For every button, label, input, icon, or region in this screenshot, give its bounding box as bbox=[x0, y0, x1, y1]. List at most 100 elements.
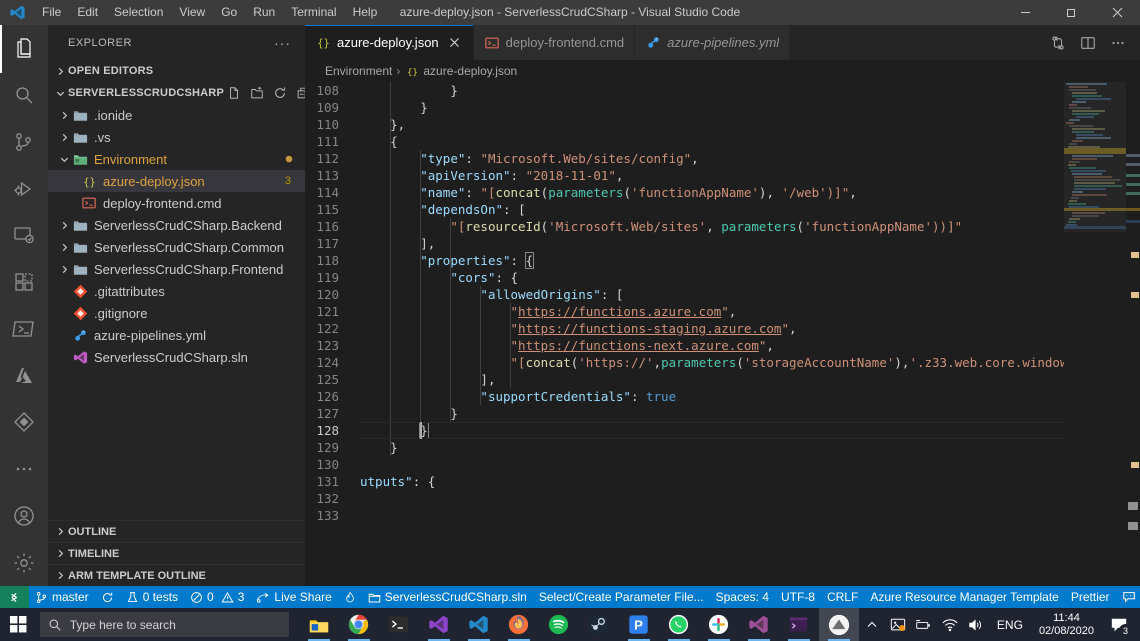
sidebar-more-actions-icon[interactable]: ··· bbox=[268, 35, 297, 51]
minimap[interactable] bbox=[1064, 82, 1126, 586]
refresh-icon[interactable] bbox=[270, 83, 290, 103]
status-problems[interactable]: 0 3 bbox=[184, 586, 250, 608]
activity-more-actions-icon[interactable] bbox=[0, 446, 48, 493]
menu-selection[interactable]: Selection bbox=[106, 0, 171, 25]
minimize-button[interactable] bbox=[1002, 0, 1048, 25]
code-line[interactable]: 109 } bbox=[305, 99, 1140, 116]
split-compare-icon[interactable] bbox=[1044, 25, 1072, 60]
taskbar-slack-icon[interactable] bbox=[699, 608, 739, 641]
new-file-icon[interactable] bbox=[224, 83, 244, 103]
menu-help[interactable]: Help bbox=[345, 0, 386, 25]
menu-terminal[interactable]: Terminal bbox=[283, 0, 344, 25]
tree-item-serverlesscrudcsharp-sln[interactable]: ServerlessCrudCSharp.sln bbox=[48, 346, 305, 368]
status-encoding[interactable]: UTF-8 bbox=[775, 586, 821, 608]
activity-powershell-icon[interactable] bbox=[0, 306, 48, 353]
status-feedback-icon[interactable] bbox=[1116, 586, 1140, 608]
activity-remote-explorer-icon[interactable] bbox=[0, 212, 48, 259]
code-line[interactable]: 111 { bbox=[305, 133, 1140, 150]
status-sync[interactable] bbox=[95, 586, 120, 608]
network-icon[interactable] bbox=[937, 608, 963, 641]
volume-icon[interactable] bbox=[963, 608, 989, 641]
code-editor[interactable]: 108 } 109 } 110 }, 111 {112 "type": "Micros… bbox=[305, 82, 1140, 586]
activity-accounts-icon[interactable] bbox=[0, 493, 48, 540]
status-solution[interactable]: ServerlessCrudCSharp.sln bbox=[362, 586, 533, 608]
editor-more-actions-icon[interactable] bbox=[1104, 25, 1132, 60]
code-line[interactable]: 133 bbox=[305, 507, 1140, 524]
activity-explorer-icon[interactable] bbox=[0, 25, 48, 73]
taskbar-visual-studio-preview-icon[interactable] bbox=[739, 608, 779, 641]
show-hidden-icons-chevron-icon[interactable] bbox=[859, 608, 885, 641]
code-line[interactable]: 120 "allowedOrigins": [ bbox=[305, 286, 1140, 303]
section-timeline[interactable]: TIMELINE bbox=[48, 542, 305, 564]
editor-tab-azure-pipelines-yml[interactable]: azure-pipelines.yml bbox=[635, 25, 791, 60]
code-line[interactable]: 117 ], bbox=[305, 235, 1140, 252]
tree-item-vs[interactable]: .vs bbox=[48, 126, 305, 148]
tree-item-environment[interactable]: Environment bbox=[48, 148, 305, 170]
section-arm-template-outline[interactable]: ARM TEMPLATE OUTLINE bbox=[48, 564, 305, 586]
status-indentation[interactable]: Spaces: 4 bbox=[710, 586, 775, 608]
taskbar-sandbox-app-icon[interactable] bbox=[818, 608, 859, 641]
code-line[interactable]: 115 "dependsOn": [ bbox=[305, 201, 1140, 218]
breadcrumb-file[interactable]: {} azure-deploy.json bbox=[404, 63, 517, 79]
code-line[interactable]: 129 } bbox=[305, 439, 1140, 456]
menu-view[interactable]: View bbox=[171, 0, 213, 25]
code-line[interactable]: 132 bbox=[305, 490, 1140, 507]
code-line[interactable]: 114 "name": "[concat(parameters('functio… bbox=[305, 184, 1140, 201]
breadcrumb-folder[interactable]: Environment bbox=[325, 64, 392, 78]
taskbar-visual-studio-code-icon[interactable] bbox=[459, 608, 499, 641]
status-formatter[interactable]: Prettier bbox=[1065, 586, 1116, 608]
code-line[interactable]: 127 } bbox=[305, 405, 1140, 422]
status-parameter-file[interactable]: Select/Create Parameter File... bbox=[533, 586, 710, 608]
section-outline[interactable]: OUTLINE bbox=[48, 520, 305, 542]
taskbar-google-chrome-icon[interactable] bbox=[339, 608, 379, 641]
code-line[interactable]: 128 } bbox=[305, 422, 1140, 439]
notification-center-icon[interactable]: 3 bbox=[1102, 608, 1136, 641]
taskbar-whatsapp-icon[interactable] bbox=[659, 608, 699, 641]
status-eol[interactable]: CRLF bbox=[821, 586, 864, 608]
status-remote-button[interactable] bbox=[0, 586, 29, 608]
activity-azure-icon[interactable] bbox=[0, 352, 48, 399]
code-line[interactable]: 121 "https://functions.azure.com", bbox=[305, 303, 1140, 320]
split-editor-icon[interactable] bbox=[1074, 25, 1102, 60]
tree-item-serverlesscrudcsharp-backend[interactable]: ServerlessCrudCSharp.Backend bbox=[48, 214, 305, 236]
code-line[interactable]: 122 "https://functions-staging.azure.com… bbox=[305, 320, 1140, 337]
maximize-button[interactable] bbox=[1048, 0, 1094, 25]
menu-run[interactable]: Run bbox=[245, 0, 283, 25]
taskbar-file-explorer-icon[interactable] bbox=[299, 608, 339, 641]
tree-item-azure-deploy-json[interactable]: {} azure-deploy.json 3 bbox=[48, 170, 305, 192]
menu-edit[interactable]: Edit bbox=[69, 0, 106, 25]
tree-item-gitignore[interactable]: .gitignore bbox=[48, 302, 305, 324]
code-line[interactable]: 123 "https://functions-next.azure.com", bbox=[305, 337, 1140, 354]
language-indicator[interactable]: ENG bbox=[989, 608, 1031, 641]
section-open-editors[interactable]: OPEN EDITORS bbox=[48, 60, 305, 82]
code-line[interactable]: 116 "[resourceId('Microsoft.Web/sites', … bbox=[305, 218, 1140, 235]
tree-item-serverlesscrudcsharp-frontend[interactable]: ServerlessCrudCSharp.Frontend bbox=[48, 258, 305, 280]
section-workspace[interactable]: SERVERLESSCRUDCSHARP bbox=[48, 82, 309, 104]
minimap-slider[interactable] bbox=[1064, 82, 1126, 232]
code-line[interactable]: 112 "type": "Microsoft.Web/sites/config"… bbox=[305, 150, 1140, 167]
taskbar-visual-studio-icon[interactable] bbox=[419, 608, 459, 641]
taskbar-steam-icon[interactable] bbox=[579, 608, 619, 641]
status-branch[interactable]: master bbox=[29, 586, 95, 608]
editor-tab-azure-deploy-json[interactable]: {} azure-deploy.json bbox=[305, 25, 474, 60]
code-line[interactable]: 124 "[concat('https://',parameters('stor… bbox=[305, 354, 1140, 371]
overview-ruler[interactable] bbox=[1126, 82, 1140, 586]
battery-icon[interactable] bbox=[911, 608, 937, 641]
tree-item-deploy-frontend-cmd[interactable]: deploy-frontend.cmd bbox=[48, 192, 305, 214]
code-line[interactable]: 113 "apiVersion": "2018-11-01", bbox=[305, 167, 1140, 184]
activity-gitlens-icon[interactable] bbox=[0, 399, 48, 446]
activity-settings-icon[interactable] bbox=[0, 539, 48, 586]
code-line[interactable]: 110 }, bbox=[305, 116, 1140, 133]
taskbar-spotify-icon[interactable] bbox=[539, 608, 579, 641]
code-line[interactable]: 119 "cors": { bbox=[305, 269, 1140, 286]
status-flame-icon[interactable] bbox=[338, 586, 362, 608]
code-line[interactable]: 118 "properties": { bbox=[305, 252, 1140, 269]
taskbar-postman-icon[interactable]: P bbox=[619, 608, 659, 641]
start-button[interactable] bbox=[0, 608, 38, 641]
menu-go[interactable]: Go bbox=[213, 0, 245, 25]
status-live-share[interactable]: Live Share bbox=[250, 586, 337, 608]
code-line[interactable]: 131 utputs": { bbox=[305, 473, 1140, 490]
taskbar-search-input[interactable]: Type here to search bbox=[39, 612, 289, 637]
editor-tab-deploy-frontend-cmd[interactable]: deploy-frontend.cmd bbox=[473, 25, 636, 60]
code-line[interactable]: 130 bbox=[305, 456, 1140, 473]
